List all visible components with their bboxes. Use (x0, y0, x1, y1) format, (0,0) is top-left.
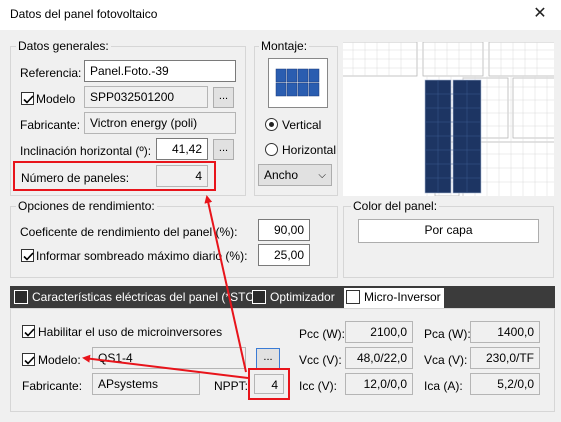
sombreado-checkbox[interactable] (21, 249, 34, 262)
coef-label: Coeficente de rendimiento del panel (%): (20, 225, 238, 239)
coef-input[interactable]: 90,00 (258, 219, 310, 241)
sombreado-input[interactable]: 25,00 (258, 244, 310, 266)
micro-modelo-label: Modelo: (38, 353, 81, 367)
horizontal-label: Horizontal (282, 143, 337, 157)
tab-micro-inversor[interactable]: Micro-Inversor (344, 288, 444, 308)
color-button[interactable]: Por capa (358, 219, 539, 243)
montaje-legend: Montaje: (259, 39, 310, 53)
micro-modelo-field: QS1-4 (92, 347, 246, 369)
vca-field: 230,0/TF (470, 347, 540, 369)
tab-optimizador[interactable]: Optimizador (250, 288, 340, 306)
montaje-combo-value: Ancho (264, 168, 299, 182)
sombreado-label: Informar sombreado máximo diario (%): (36, 249, 248, 263)
window-title: Datos del panel fotovoltaico (10, 7, 158, 21)
habilitar-checkbox[interactable] (22, 325, 35, 338)
modelo-browse-button[interactable]: ... (213, 87, 234, 108)
icc-field: 12,0/0,0 (345, 373, 413, 395)
inclinacion-label: Inclinación horizontal (º): (20, 144, 152, 158)
icc-label: Icc (V): (299, 379, 337, 393)
modelo-checkbox[interactable] (21, 92, 34, 105)
modelo-field: SPP032501200 (84, 86, 208, 108)
pcc-field: 2100,0 (345, 321, 413, 343)
tab-micro-inversor-label: Micro-Inversor (364, 290, 441, 304)
table-icon (14, 290, 28, 304)
inclinacion-input[interactable]: 41,42 (156, 138, 208, 160)
inverter-icon (346, 290, 360, 304)
micro-fabricante-field: APsystems (92, 373, 200, 395)
pca-field: 1400,0 (470, 321, 540, 343)
referencia-input[interactable]: Panel.Foto.-39 (84, 60, 236, 82)
panel-preview (343, 42, 554, 196)
micro-modelo-checkbox[interactable] (22, 353, 35, 366)
ica-field: 5,2/0,0 (470, 373, 540, 395)
tab-caracteristicas-label: Características eléctricas del panel (*S… (32, 290, 259, 304)
tab-caracteristicas[interactable]: Características eléctricas del panel (*S… (12, 288, 258, 306)
tab-bar: Características eléctricas del panel (*S… (10, 286, 555, 308)
ica-label: Ica (A): (424, 379, 463, 393)
tab-optimizador-label: Optimizador (270, 290, 335, 304)
modelo-label: Modelo (36, 92, 76, 106)
title-bar: Datos del panel fotovoltaico ✕ (0, 0, 561, 30)
micro-fabricante-label: Fabricante: (22, 379, 83, 393)
vertical-radio[interactable] (265, 118, 278, 131)
rendimiento-legend: Opciones de rendimiento: (16, 199, 157, 213)
referencia-label: Referencia: (20, 66, 82, 80)
micro-modelo-browse-button[interactable]: ... (256, 348, 280, 369)
habilitar-label: Habilitar el uso de microinversores (38, 325, 223, 339)
montaje-combo[interactable]: Ancho ⌵ (258, 164, 332, 186)
vcc-label: Vcc (V): (299, 353, 342, 367)
close-icon[interactable]: ✕ (525, 2, 555, 26)
rendimiento-group (10, 206, 338, 278)
vertical-label: Vertical (282, 118, 322, 132)
vcc-field: 48,0/22,0 (345, 347, 413, 369)
fabricante-label: Fabricante: (20, 118, 81, 132)
num-paneles-highlight (13, 161, 216, 191)
optimizer-icon (252, 290, 266, 304)
nppt-highlight (248, 368, 290, 400)
pcc-label: Pcc (W): (299, 327, 345, 341)
color-legend: Color del panel: (351, 199, 440, 213)
general-legend: Datos generales: (16, 39, 111, 53)
vca-label: Vca (V): (424, 353, 468, 367)
fabricante-field: Victron energy (poli) (84, 112, 236, 134)
inclinacion-button[interactable]: ... (213, 139, 234, 160)
chevron-down-icon: ⌵ (318, 170, 326, 181)
horizontal-radio[interactable] (265, 143, 278, 156)
panel-mount-icon (268, 58, 328, 108)
pca-label: Pca (W): (424, 327, 471, 341)
nppt-label: NPPT: (214, 379, 249, 393)
